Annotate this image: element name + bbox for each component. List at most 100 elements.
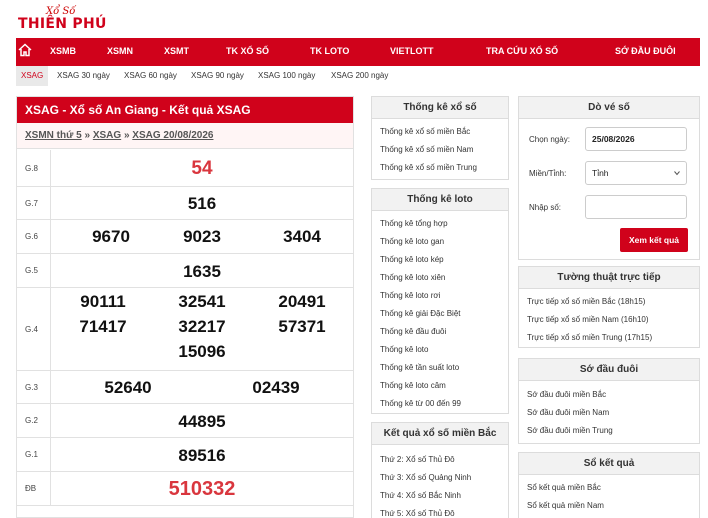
crumb-sep: » (84, 130, 93, 141)
prize-number: 1635 (183, 262, 221, 281)
province-label: Miền/Tỉnh: (529, 169, 567, 178)
list-item[interactable]: Thứ 5: Xổ số Thủ Đô (380, 509, 455, 518)
prize-number: 9670 (92, 227, 130, 246)
province-select[interactable]: Tỉnh (585, 161, 687, 185)
crumb-xsag[interactable]: XSAG (93, 130, 121, 141)
row-label: G.7 (17, 187, 51, 219)
row-label: G.4 (17, 288, 51, 370)
subnav-90[interactable]: XSAG 90 ngày (191, 66, 244, 86)
crumb-xsmn-thu5[interactable]: XSMN thứ 5 (25, 130, 82, 141)
row-label: G.1 (17, 438, 51, 471)
list-item[interactable]: Thứ 2: Xổ số Thủ Đô (380, 455, 455, 464)
list-item[interactable]: Thống kê loto xiên (380, 273, 445, 282)
crumb-date[interactable]: XSAG 20/08/2026 (132, 130, 213, 141)
list-item[interactable]: Sổ kết quả miền Nam (527, 501, 604, 510)
table-row-g4: G.4 90111 32541 20491 71417 32217 57371 … (17, 288, 353, 371)
subnav-100[interactable]: XSAG 100 ngày (258, 66, 315, 86)
chevron-down-icon (674, 171, 680, 176)
list-item[interactable]: Thống kê loto (380, 345, 428, 354)
table-row-g3: G.3 52640 02439 (17, 371, 353, 404)
list-item[interactable]: Sổ kết quả miền Bắc (527, 483, 601, 492)
box-title: Thống kê xổ số (372, 97, 508, 119)
prize-number: 3404 (283, 227, 321, 246)
list-item[interactable]: Thứ 4: Xổ số Bắc Ninh (380, 491, 461, 500)
box-title: Sớ đầu đuôi (519, 359, 699, 381)
list-item[interactable]: Thống kê giải Đặc Biệt (380, 309, 461, 318)
table-row-g7: G.7 516 (17, 187, 353, 220)
nav-tk-loto[interactable]: TK LOTO (310, 46, 349, 56)
list-item[interactable]: Thống kê từ 00 đến 99 (380, 399, 461, 408)
prize-number: 516 (187, 194, 217, 213)
table-row-g8: G.8 54 (17, 150, 353, 187)
list-item[interactable]: Thống kê tần suất loto (380, 363, 459, 372)
list-item[interactable]: Thống kê xổ số miền Bắc (380, 127, 470, 136)
site-logo[interactable]: Xổ Số THIÊN PHÚ (18, 6, 108, 34)
subnav-200[interactable]: XSAG 200 ngày (331, 66, 388, 86)
prize-number: 02439 (252, 378, 300, 397)
so-dau-duoi-box: Sớ đầu đuôi Sớ đầu đuôi miền Bắc Sớ đầu … (518, 358, 700, 444)
row-label: G.5 (17, 254, 51, 287)
list-item[interactable]: Thống kê loto kép (380, 255, 444, 264)
nav-vietlott[interactable]: VIETLOTT (390, 46, 434, 56)
subnav-30[interactable]: XSAG 30 ngày (57, 66, 110, 86)
subnav-xsag[interactable]: XSAG (16, 66, 49, 86)
box-title: Sổ kết quả (519, 453, 699, 475)
table-row-g6: G.6 9670 9023 3404 (17, 220, 353, 254)
nav-xsmb[interactable]: XSMB (50, 46, 76, 56)
nav-tk-xoso[interactable]: TK XỔ SỐ (226, 46, 269, 56)
prize-number: 71417 (79, 317, 127, 336)
tuong-thuat-box: Tường thuật trực tiếp Trực tiếp xổ số mi… (518, 266, 700, 348)
list-item[interactable]: Trực tiếp xổ số miền Bắc (18h15) (527, 297, 645, 306)
table-row-g1: G.1 89516 (17, 438, 353, 472)
nav-tra-cuu[interactable]: TRA CỨU XỔ SỐ (486, 46, 558, 56)
list-item[interactable]: Sớ đầu đuôi miền Nam (527, 408, 609, 417)
prize-number: 54 (191, 158, 213, 179)
list-item[interactable]: Sớ đầu đuôi miền Trung (527, 426, 613, 435)
results-title: XSAG - Xổ số An Giang - Kết quả XSAG (17, 97, 353, 123)
main-nav: XSMB XSMN XSMT TK XỔ SỐ TK LOTO VIETLOTT… (16, 38, 700, 66)
row-label: G.2 (17, 404, 51, 437)
row-label: G.8 (17, 150, 51, 186)
row-label: ĐB (17, 472, 51, 505)
list-item[interactable]: Thống kê tổng hợp (380, 219, 448, 228)
box-title: Thống kê loto (372, 189, 508, 211)
date-label: Chọn ngày: (529, 135, 570, 144)
kq-mien-bac-box: Kết quả xổ số miền Bắc Thứ 2: Xổ số Thủ … (371, 422, 509, 518)
prize-number: 90111 (80, 292, 126, 311)
number-label: Nhập số: (529, 203, 562, 212)
subnav-60[interactable]: XSAG 60 ngày (124, 66, 177, 86)
table-row-g5: G.5 1635 (17, 254, 353, 288)
do-ve-so-box: Dò vé số Chọn ngày: 25/08/2026 Miền/Tỉnh… (518, 96, 700, 260)
list-item[interactable]: Thống kê xổ số miền Nam (380, 145, 473, 154)
prize-number: 89516 (178, 446, 226, 465)
prize-number: 52640 (104, 378, 152, 397)
sub-nav: XSAG XSAG 30 ngày XSAG 60 ngày XSAG 90 n… (16, 66, 700, 86)
list-item[interactable]: Thứ 3: Xổ số Quảng Ninh (380, 473, 471, 482)
list-item[interactable]: Thống kê xổ số miền Trung (380, 163, 477, 172)
list-item[interactable]: Thống kê loto rơi (380, 291, 440, 300)
table-row-db: ĐB 510332 (17, 472, 353, 506)
prize-number: 32541 (178, 292, 226, 311)
list-item[interactable]: Trực tiếp xổ số miền Trung (17h15) (527, 333, 652, 342)
nav-xsmn[interactable]: XSMN (107, 46, 133, 56)
tk-loto-box: Thống kê loto Thống kê tổng hợp Thống kê… (371, 188, 509, 414)
table-row-g2: G.2 44895 (17, 404, 353, 438)
number-input[interactable] (585, 195, 687, 219)
nav-so-dau-duoi[interactable]: SỚ ĐẦU ĐUÔI (615, 46, 676, 56)
list-item[interactable]: Sớ đầu đuôi miền Bắc (527, 390, 606, 399)
box-title: Dò vé số (519, 97, 699, 119)
box-title: Tường thuật trực tiếp (519, 267, 699, 289)
date-field[interactable]: 25/08/2026 (585, 127, 687, 151)
tk-xoso-box: Thống kê xổ số Thống kê xổ số miền Bắc T… (371, 96, 509, 180)
list-item[interactable]: Thống kê loto câm (380, 381, 446, 390)
so-ket-qua-box: Sổ kết quả Sổ kết quả miền Bắc Sổ kết qu… (518, 452, 700, 518)
list-item[interactable]: Trực tiếp xổ số miền Nam (16h10) (527, 315, 649, 324)
list-item[interactable]: Thống kê đầu đuôi (380, 327, 446, 336)
prize-number: 32217 (178, 317, 226, 336)
home-icon[interactable] (18, 43, 32, 57)
province-value: Tỉnh (592, 168, 609, 178)
check-result-button[interactable]: Xem kết quả (620, 228, 688, 252)
list-item[interactable]: Thống kê loto gan (380, 237, 444, 246)
nav-xsmt[interactable]: XSMT (164, 46, 189, 56)
prize-number: 44895 (178, 412, 226, 431)
